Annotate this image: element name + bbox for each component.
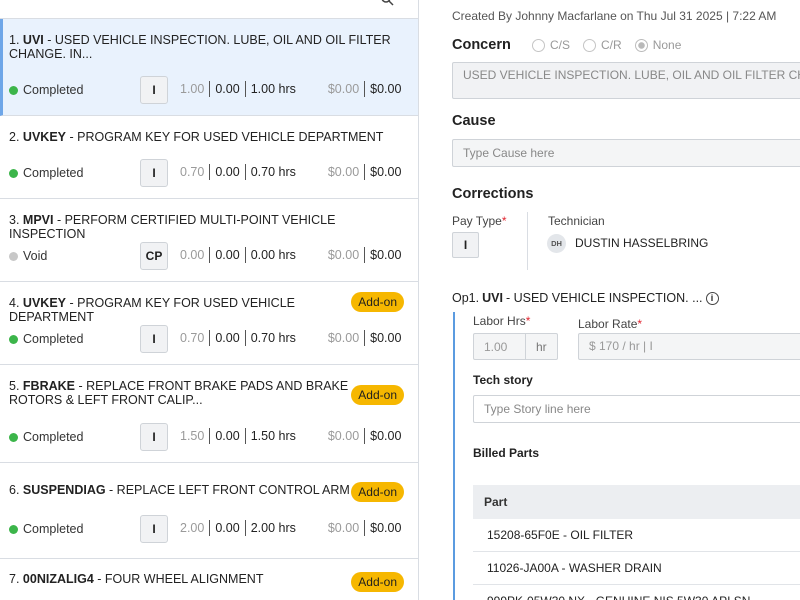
part-row[interactable]: 999PK-05W30 NX - GENUINE NIS 5W30 API SN xyxy=(473,585,800,600)
operation-hours: 0.00 0.00 0.00 hrs $0.00 $0.00 xyxy=(180,247,402,263)
divider xyxy=(527,212,528,270)
status-dot xyxy=(9,432,18,442)
operation-item-3[interactable]: 3. MPVI - PERFORM CERTIFIED MULTI-POINT … xyxy=(0,199,418,282)
labor-rate-label: Labor Rate* xyxy=(578,317,643,331)
operation-title: 6. SUSPENDIAG - REPLACE LEFT FRONT CONTR… xyxy=(9,483,350,497)
concern-label: Concern xyxy=(452,37,511,53)
pay-type-badge[interactable]: I xyxy=(140,76,168,104)
pay-type-select[interactable]: I xyxy=(452,232,479,258)
radio-circle xyxy=(532,38,545,52)
operations-list: 1. UVI - USED VEHICLE INSPECTION. LUBE, … xyxy=(0,0,419,600)
tech-story-input[interactable]: Type Story line here xyxy=(473,395,800,423)
operation-item-6[interactable]: 6. SUSPENDIAG - REPLACE LEFT FRONT CONTR… xyxy=(0,463,418,559)
operation-title: 3. MPVI - PERFORM CERTIFIED MULTI-POINT … xyxy=(9,213,336,241)
status-dot xyxy=(9,85,18,95)
op-accent-line xyxy=(453,312,455,600)
addon-badge: Add-on xyxy=(351,482,404,502)
status-dot xyxy=(9,251,18,261)
pay-type-badge[interactable]: I xyxy=(140,325,168,353)
operation-status: Completed xyxy=(9,83,83,97)
status-dot xyxy=(9,168,18,178)
technician-label: Technician xyxy=(548,214,605,228)
operation-status: Completed xyxy=(9,166,83,180)
operation-title: 2. UVKEY - PROGRAM KEY FOR USED VEHICLE … xyxy=(9,130,384,144)
operation-item-2[interactable]: 2. UVKEY - PROGRAM KEY FOR USED VEHICLE … xyxy=(0,116,418,199)
pay-type-label: Pay Type* xyxy=(452,214,507,228)
operation-status: Completed xyxy=(9,332,83,346)
labor-hrs-input[interactable]: 1.00 hr xyxy=(473,333,558,360)
cause-label: Cause xyxy=(452,113,496,129)
operation-hours: 0.70 0.00 0.70 hrs $0.00 $0.00 xyxy=(180,164,402,180)
operation-title: 1. UVI - USED VEHICLE INSPECTION. LUBE, … xyxy=(9,33,391,61)
cause-input[interactable]: Type Cause here xyxy=(452,139,800,167)
pay-type-badge[interactable]: I xyxy=(140,515,168,543)
operation-item-1[interactable]: 1. UVI - USED VEHICLE INSPECTION. LUBE, … xyxy=(0,19,418,116)
pay-type-badge[interactable]: I xyxy=(140,423,168,451)
operation-hours: 2.00 0.00 2.00 hrs $0.00 $0.00 xyxy=(180,520,402,536)
pay-type-badge[interactable]: I xyxy=(140,159,168,187)
status-dot xyxy=(9,524,18,534)
operation-status: Completed xyxy=(9,430,83,444)
corrections-label: Corrections xyxy=(452,186,534,202)
operation-item-4[interactable]: 4. UVKEY - PROGRAM KEY FOR USED VEHICLE … xyxy=(0,282,418,365)
operation-hours: 0.70 0.00 0.70 hrs $0.00 $0.00 xyxy=(180,330,402,346)
tech-story-label: Tech story xyxy=(473,373,533,387)
unit-divider xyxy=(525,334,526,359)
labor-rate-input[interactable]: $ 170 / hr | I xyxy=(578,333,800,360)
operation-hours: 1.50 0.00 1.50 hrs $0.00 $0.00 xyxy=(180,428,402,444)
radio-cs[interactable]: C/S xyxy=(532,38,570,52)
operation-status: Void xyxy=(9,249,47,263)
operation-title: 4. UVKEY - PROGRAM KEY FOR USED VEHICLE … xyxy=(9,296,295,324)
part-row[interactable]: 15208-65F0E - OIL FILTER xyxy=(473,519,800,552)
technician-avatar: DH xyxy=(547,234,566,253)
addon-badge: Add-on xyxy=(351,292,404,312)
addon-badge: Add-on xyxy=(351,572,404,592)
radio-circle xyxy=(583,38,597,52)
status-dot xyxy=(9,334,18,344)
operation-status: Completed xyxy=(9,522,83,536)
search-icon[interactable] xyxy=(380,0,394,6)
technician-name: DUSTIN HASSELBRING xyxy=(575,236,709,250)
op-title: Op1. UVI - USED VEHICLE INSPECTION. ... i xyxy=(452,291,719,305)
radio-cr[interactable]: C/R xyxy=(583,38,622,52)
operation-title: 5. FBRAKE - REPLACE FRONT BRAKE PADS AND… xyxy=(9,379,349,407)
radio-circle-selected xyxy=(634,38,648,52)
list-header xyxy=(0,0,418,19)
concern-textarea[interactable]: USED VEHICLE INSPECTION. LUBE, OIL AND O… xyxy=(452,62,800,99)
created-info: Created By Johnny Macfarlane on Thu Jul … xyxy=(452,9,777,23)
operation-detail: Created By Johnny Macfarlane on Thu Jul … xyxy=(420,0,800,600)
labor-hrs-label: Labor Hrs* xyxy=(473,314,531,328)
part-row[interactable]: 11026-JA00A - WASHER DRAIN xyxy=(473,552,800,585)
billed-parts-label: Billed Parts xyxy=(473,446,540,460)
operation-item-7[interactable]: 7. 00NIZALIG4 - FOUR WHEEL ALIGNMENT Add… xyxy=(0,559,418,600)
pay-type-badge[interactable]: CP xyxy=(140,242,168,270)
parts-table-header: Part xyxy=(473,485,800,519)
operation-item-5[interactable]: 5. FBRAKE - REPLACE FRONT BRAKE PADS AND… xyxy=(0,365,418,463)
concern-type-radios: C/S C/R None xyxy=(532,38,694,52)
info-icon[interactable]: i xyxy=(705,291,719,305)
radio-none[interactable]: None xyxy=(634,38,681,52)
addon-badge: Add-on xyxy=(351,385,404,405)
operation-hours: 1.00 0.00 1.00 hrs $0.00 $0.00 xyxy=(180,81,402,97)
operation-title: 7. 00NIZALIG4 - FOUR WHEEL ALIGNMENT xyxy=(9,572,264,586)
